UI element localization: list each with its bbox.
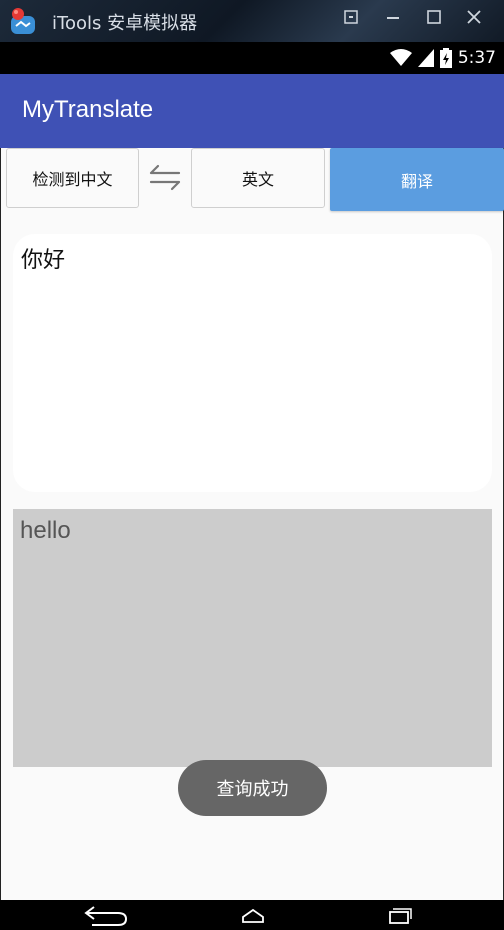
navigation-bar <box>0 900 504 930</box>
restore-icon[interactable] <box>338 8 364 34</box>
app-title: MyTranslate <box>22 96 154 123</box>
home-icon[interactable] <box>240 903 266 927</box>
source-text-input[interactable]: 你好 <box>13 234 492 492</box>
signal-icon <box>417 49 434 67</box>
app-bar: MyTranslate <box>0 74 504 148</box>
wifi-icon <box>389 49 412 66</box>
status-time: 5:37 <box>457 48 496 68</box>
target-language-button[interactable]: 英文 <box>191 148 325 208</box>
emulator-title: iTools 安卓模拟器 <box>52 13 198 34</box>
toast-message: 查询成功 <box>178 760 327 816</box>
status-bar: 5:37 <box>0 42 504 74</box>
minimize-icon[interactable] <box>380 8 406 34</box>
itools-logo-icon <box>11 8 35 34</box>
translation-output: hello <box>13 509 492 767</box>
maximize-icon[interactable] <box>421 8 447 34</box>
swap-icon[interactable] <box>147 160 183 194</box>
recents-icon[interactable] <box>386 903 412 927</box>
close-icon[interactable] <box>461 8 487 34</box>
battery-icon <box>439 48 452 68</box>
emulator-title-bar: iTools 安卓模拟器 <box>0 0 504 42</box>
source-language-button[interactable]: 检测到中文 <box>6 148 139 208</box>
back-icon[interactable] <box>82 903 130 927</box>
translate-button[interactable]: 翻译 <box>330 148 504 211</box>
main-content: 检测到中文 英文 翻译 你好 hello 查询成功 <box>0 148 504 900</box>
